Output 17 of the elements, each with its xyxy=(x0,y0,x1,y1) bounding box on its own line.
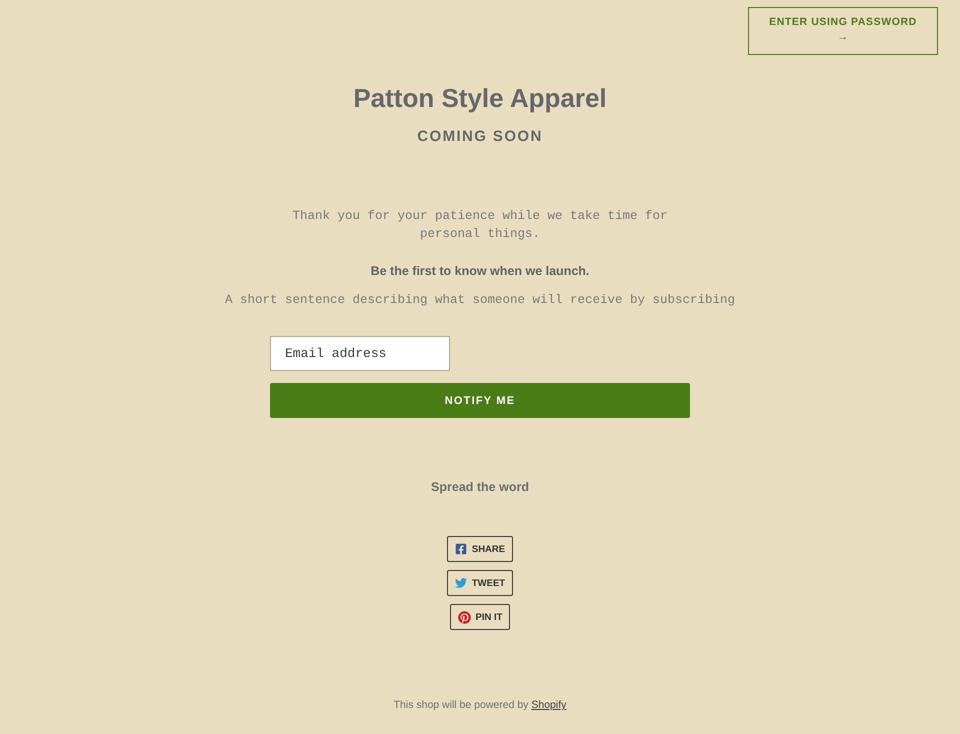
twitter-bird-icon xyxy=(454,577,467,589)
facebook-icon xyxy=(454,543,467,555)
signup-description: A short sentence describing what someone will receive by subscribing xyxy=(224,292,736,309)
email-field[interactable]: Email address xyxy=(270,336,450,371)
notify-me-button[interactable]: NOTIFY ME xyxy=(270,383,690,418)
share-button[interactable]: SHARE xyxy=(446,536,514,562)
footer-text: This shop will be powered by Shopify xyxy=(394,698,566,712)
signup-heading: Be the first to know when we launch. xyxy=(370,263,590,280)
share-button[interactable]: PIN IT xyxy=(450,604,510,630)
enter-password-button[interactable]: ENTER USING PASSWORD → xyxy=(748,7,938,55)
share-button[interactable]: TWEET xyxy=(446,570,514,596)
store-title: Patton Style Apparel xyxy=(353,82,607,114)
shopify-link[interactable]: Shopify xyxy=(531,699,566,711)
intro-message: Thank you for your patience while we take time for personal things. xyxy=(291,208,669,243)
coming-soon-subtitle: COMING SOON xyxy=(417,127,543,147)
pinterest-icon xyxy=(458,610,471,624)
share-heading: Spread the word xyxy=(431,479,529,496)
